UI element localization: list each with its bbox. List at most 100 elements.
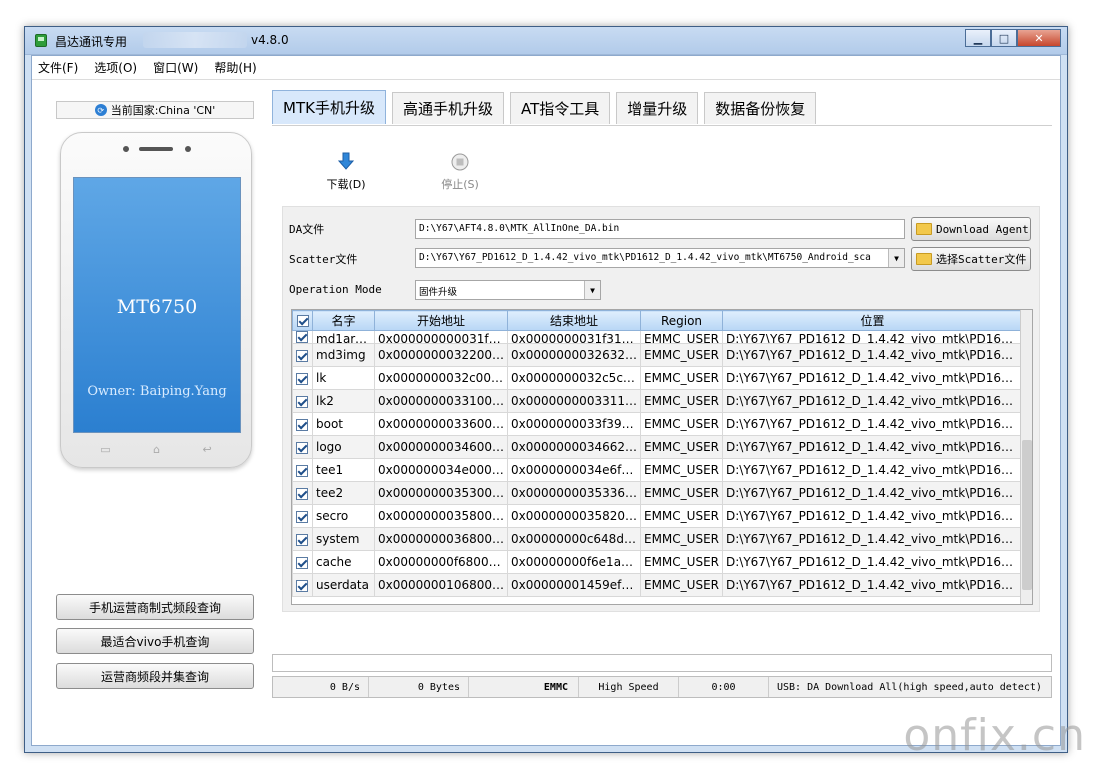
- status-usb: USB: DA Download All(high speed,auto det…: [777, 681, 1042, 693]
- best-vivo-query-button[interactable]: 最适合vivo手机查询: [56, 628, 254, 654]
- col-location[interactable]: 位置: [722, 310, 1023, 331]
- operation-mode-select[interactable]: 固件升级 ▼: [415, 280, 601, 300]
- row-checkbox[interactable]: [292, 343, 313, 367]
- app-window: 昌达通讯专用 v4.8.0 ▁ □ ✕ 文件(F) 选项(O) 窗口(W) 帮助…: [24, 26, 1068, 753]
- title-bar[interactable]: 昌达通讯专用 v4.8.0 ▁ □ ✕: [25, 27, 1067, 55]
- row-checkbox[interactable]: [292, 481, 313, 505]
- refresh-globe-icon: ⟳: [94, 104, 107, 116]
- cell-end: 0x0000000033f3935f: [507, 412, 641, 436]
- cell-name: userdata: [312, 573, 375, 597]
- chevron-down-icon[interactable]: ▼: [888, 249, 904, 267]
- cell-location: D:\Y67\Y67_PD1612_D_1.4.42_vivo_mtk\PD16…: [722, 573, 1023, 597]
- table-row[interactable]: tee2 0x0000000035300000 0x0000000035336f85…: [292, 481, 1023, 505]
- phone-screen: MT6750 Owner: Baiping.Yang: [73, 177, 241, 433]
- row-checkbox[interactable]: [292, 366, 313, 390]
- phone-speaker: [139, 147, 173, 151]
- col-start-address[interactable]: 开始地址: [374, 310, 508, 331]
- back-key-icon: ↩: [202, 443, 212, 456]
- row-checkbox[interactable]: [292, 573, 313, 597]
- status-bar: 0 B/s 0 Bytes EMMC High Speed 0:00 USB: …: [272, 676, 1052, 698]
- cell-start: 0x0000000035300000: [374, 481, 508, 505]
- tab-divider: [272, 125, 1052, 126]
- cell-start: 0x000000034e00000: [374, 458, 508, 482]
- tab-incremental[interactable]: 增量升级: [616, 92, 699, 124]
- table-row[interactable]: cache 0x00000000f6800000 0x00000000f6e1a0c…: [292, 550, 1023, 574]
- operation-mode-label: Operation Mode: [289, 283, 382, 296]
- download-agent-button[interactable]: Download Agent: [911, 217, 1031, 241]
- select-all-checkbox[interactable]: [292, 310, 313, 331]
- home-key-icon: ⌂: [153, 443, 161, 456]
- cell-location: D:\Y67\Y67_PD1612_D_1.4.42_vivo_mtk\PD16…: [722, 504, 1023, 528]
- row-checkbox[interactable]: [292, 412, 313, 436]
- col-end-address[interactable]: 结束地址: [507, 310, 641, 331]
- cell-start: 0x0000000035800000: [374, 504, 508, 528]
- app-icon: [35, 34, 47, 47]
- table-row[interactable]: md3img 0x0000000032200000 0x0000000032632e…: [292, 343, 1023, 367]
- band-union-query-button[interactable]: 运营商频段并集查询: [56, 663, 254, 689]
- download-label: 下载(D): [326, 178, 366, 191]
- col-region[interactable]: Region: [640, 310, 723, 331]
- cell-name: cache: [312, 550, 375, 574]
- check-icon: [296, 372, 308, 385]
- country-indicator: ⟳ 当前国家:China 'CN': [56, 101, 254, 119]
- tab-mtk[interactable]: MTK手机升级: [272, 90, 386, 124]
- download-arrow-icon: [336, 152, 356, 172]
- row-checkbox[interactable]: [292, 330, 313, 344]
- cell-start: 0x0000000032c00000: [374, 366, 508, 390]
- main-panel: MTK手机升级 高通手机升级 AT指令工具 增量升级 数据备份恢复 下载(D) …: [272, 80, 1060, 745]
- cell-name: system: [312, 527, 375, 551]
- table-row[interactable]: tee1 0x000000034e00000 0x0000000034e6f85f E…: [292, 458, 1023, 482]
- tab-qualcomm[interactable]: 高通手机升级: [391, 92, 504, 124]
- cell-end: 0x0000000035820fff: [507, 504, 641, 528]
- cell-end: 0x0000000034e6f85f: [507, 458, 641, 482]
- cell-name: md1arm7: [312, 330, 375, 344]
- table-row[interactable]: logo 0x0000000034600000 0x0000000034662fcf…: [292, 435, 1023, 459]
- tab-at-command[interactable]: AT指令工具: [509, 92, 611, 124]
- close-button[interactable]: ✕: [1017, 29, 1061, 47]
- row-checkbox[interactable]: [292, 389, 313, 413]
- phone-sensor: [185, 146, 191, 152]
- cell-end: 0x00000000f6e1a0cf: [507, 550, 641, 574]
- menu-help[interactable]: 帮助(H): [214, 59, 256, 76]
- menu-file[interactable]: 文件(F): [38, 59, 78, 76]
- table-scrollbar[interactable]: [1020, 310, 1032, 604]
- cell-end: 0x00000001459ef723: [507, 573, 641, 597]
- blurred-region: [143, 32, 247, 48]
- scatter-file-select[interactable]: D:\Y67\Y67_PD1612_D_1.4.42_vivo_mtk\PD16…: [415, 248, 905, 268]
- scroll-thumb[interactable]: [1022, 440, 1032, 590]
- chevron-down-icon[interactable]: ▼: [584, 281, 600, 299]
- table-row[interactable]: lk20x00000000331000000x00000000033115cc1…: [292, 389, 1023, 413]
- da-file-input[interactable]: D:\Y67\AFT4.8.0\MTK_AllInOne_DA.bin: [415, 219, 905, 239]
- close-icon: ✕: [1034, 31, 1044, 45]
- row-checkbox[interactable]: [292, 458, 313, 482]
- table-row[interactable]: secro 0x0000000035800000 0x0000000035820ff…: [292, 504, 1023, 528]
- download-button[interactable]: 下载(D): [316, 152, 376, 192]
- table-row[interactable]: system 0x0000000036800000 0x00000000c648d7…: [292, 527, 1023, 551]
- cell-name: secro: [312, 504, 375, 528]
- row-checkbox[interactable]: [292, 504, 313, 528]
- cell-region: EMMC_USER: [640, 435, 723, 459]
- row-checkbox[interactable]: [292, 527, 313, 551]
- scatter-file-value: D:\Y67\Y67_PD1612_D_1.4.42_vivo_mtk\PD16…: [419, 252, 871, 263]
- tab-backup[interactable]: 数据备份恢复: [704, 92, 817, 124]
- cell-region: EMMC_USER: [640, 550, 723, 574]
- menu-options[interactable]: 选项(O): [94, 59, 137, 76]
- status-speed: High Speed: [579, 677, 679, 697]
- cell-start: 0x0000000106800000: [374, 573, 508, 597]
- cell-region: EMMC_USER: [640, 343, 723, 367]
- maximize-button[interactable]: □: [991, 29, 1017, 47]
- choose-scatter-button[interactable]: 选择Scatter文件: [911, 247, 1031, 271]
- table-row[interactable]: userdata 0x0000000106800000 0x00000001459e…: [292, 573, 1023, 597]
- table-row[interactable]: boot 0x0000000033600000 0x0000000033f3935f…: [292, 412, 1023, 436]
- table-row[interactable]: md1arm70x000000000031f000000x0000000031f…: [292, 330, 1023, 344]
- col-name[interactable]: 名字: [312, 310, 375, 331]
- stop-button[interactable]: 停止(S): [430, 152, 490, 192]
- check-icon: [296, 556, 308, 569]
- row-checkbox[interactable]: [292, 550, 313, 574]
- row-checkbox[interactable]: [292, 435, 313, 459]
- carrier-band-query-button[interactable]: 手机运营商制式频段查询: [56, 594, 254, 620]
- minimize-button[interactable]: ▁: [965, 29, 991, 47]
- table-row[interactable]: lk 0x0000000032c00000 0x0000000032c5cc1f EM…: [292, 366, 1023, 390]
- check-icon: [296, 510, 308, 523]
- menu-window[interactable]: 窗口(W): [153, 59, 198, 76]
